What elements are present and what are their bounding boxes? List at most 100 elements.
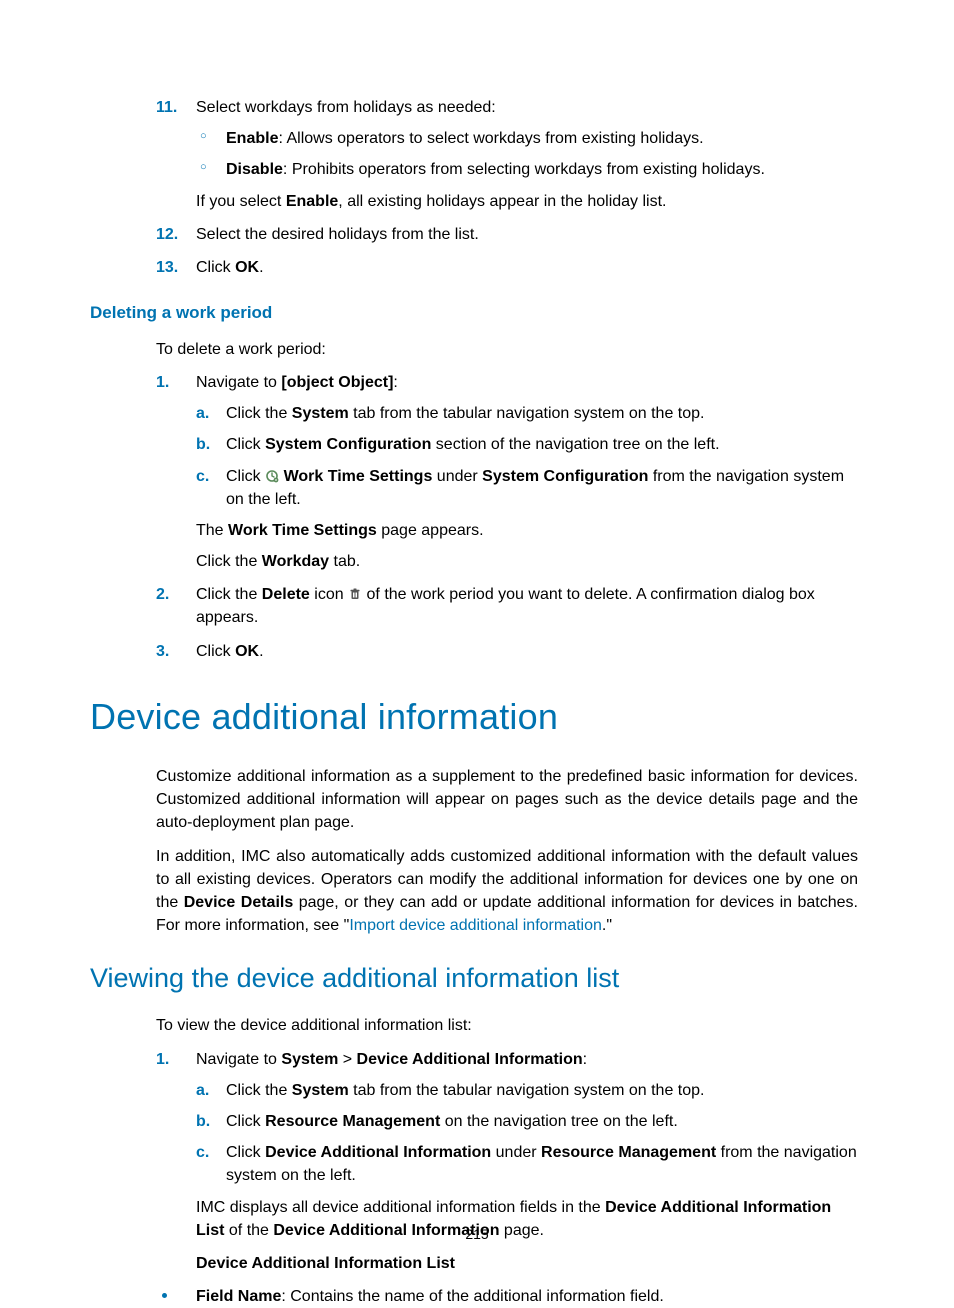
text-bold: Device Additional Information	[357, 1051, 583, 1068]
list-marker: b.	[196, 433, 210, 456]
text: Click	[226, 436, 265, 453]
list-marker: 3.	[156, 640, 188, 663]
label-text: : Prohibits operators from selecting wor…	[283, 161, 765, 178]
text: Click the	[226, 1082, 292, 1099]
document-page: 11. Select workdays from holidays as nee…	[0, 0, 954, 1296]
text-bold: System Configuration	[265, 436, 431, 453]
paragraph: In addition, IMC also automatically adds…	[156, 845, 858, 938]
field-name-item: Field Name: Contains the name of the add…	[156, 1285, 858, 1308]
substep-c: c. Click Device Additional Information u…	[196, 1141, 858, 1187]
heading-viewing-list: Viewing the device additional informatio…	[90, 959, 858, 998]
substep-a: a. Click the System tab from the tabular…	[196, 1079, 858, 1102]
option-disable: Disable: Prohibits operators from select…	[196, 158, 858, 181]
text: section of the navigation tree on the le…	[431, 436, 719, 453]
text: Click the	[196, 553, 262, 570]
step-1: 1. Navigate to [object Object]: a. Click…	[156, 371, 858, 573]
paragraph: Customize additional information as a su…	[156, 765, 858, 835]
substep-b: b. Click Resource Management on the navi…	[196, 1110, 858, 1133]
text: , all existing holidays appear in the ho…	[338, 193, 666, 210]
label-text: : Allows operators to select workdays fr…	[278, 130, 703, 147]
list-heading: Device Additional Information List	[196, 1252, 858, 1275]
intro-text: To view the device additional informatio…	[156, 1014, 858, 1037]
text-bold: System	[292, 405, 349, 422]
substep-a: a. Click the System tab from the tabular…	[196, 402, 858, 425]
text-bold: Work Time Settings	[284, 468, 433, 485]
text-bold: Device Details	[184, 894, 294, 911]
step-text: Select workdays from holidays as needed:	[196, 99, 496, 116]
numbered-list-deleting: 1. Navigate to [object Object]: a. Click…	[90, 371, 858, 663]
text: IMC displays all device additional infor…	[196, 1199, 605, 1216]
text-bold: OK	[235, 259, 259, 276]
label-bold: Enable	[226, 130, 278, 147]
list-marker: b.	[196, 1110, 210, 1133]
text: >	[338, 1051, 356, 1068]
text: :	[583, 1051, 587, 1068]
alpha-list: a. Click the System tab from the tabular…	[196, 402, 858, 511]
text: Click the	[226, 405, 292, 422]
text: If you select	[196, 193, 286, 210]
text: Click	[226, 1113, 265, 1130]
page-number: 215	[0, 1224, 954, 1244]
text-bold: Workday	[262, 553, 329, 570]
text: Navigate to	[196, 1051, 281, 1068]
step-text: Select the desired holidays from the lis…	[196, 226, 479, 243]
text: Click	[226, 1144, 265, 1161]
step-note: If you select Enable, all existing holid…	[196, 190, 858, 213]
text: under	[491, 1144, 541, 1161]
alpha-list: a. Click the System tab from the tabular…	[196, 1079, 858, 1188]
list-marker: a.	[196, 1079, 209, 1102]
text: The	[196, 522, 228, 539]
numbered-list-viewing: 1. Navigate to System > Device Additiona…	[90, 1048, 858, 1242]
text: .	[259, 259, 263, 276]
numbered-list-top: 11. Select workdays from holidays as nee…	[90, 96, 858, 279]
text: on the navigation tree on the left.	[440, 1113, 678, 1130]
text-bold: Resource Management	[541, 1144, 716, 1161]
text: Click	[196, 643, 235, 660]
list-marker: 12.	[156, 223, 188, 246]
link-import-device-additional-information[interactable]: Import device additional information	[349, 917, 602, 934]
text-bold: System Configuration	[482, 468, 648, 485]
list-marker: c.	[196, 1141, 209, 1164]
text-bold: Delete	[262, 586, 310, 603]
text: Click	[226, 468, 265, 485]
step-followup: Click the Workday tab.	[196, 550, 858, 573]
text: Click	[196, 259, 235, 276]
bulleted-list: Field Name: Contains the name of the add…	[156, 1285, 858, 1308]
step-1: 1. Navigate to System > Device Additiona…	[156, 1048, 858, 1242]
substep-b: b. Click System Configuration section of…	[196, 433, 858, 456]
list-marker: c.	[196, 465, 209, 488]
text: Navigate to	[196, 374, 281, 391]
list-marker: 13.	[156, 256, 188, 279]
text-bold: System	[281, 1051, 338, 1068]
text: icon	[310, 586, 348, 603]
work-time-icon	[265, 467, 279, 481]
text: ."	[602, 917, 612, 934]
list-marker: a.	[196, 402, 209, 425]
text-bold: Resource Management	[265, 1113, 440, 1130]
text-bold: System	[292, 1082, 349, 1099]
text-bold: OK	[235, 643, 259, 660]
text-bold: [object Object]	[281, 374, 393, 391]
option-enable: Enable: Allows operators to select workd…	[196, 127, 858, 150]
option-list: Enable: Allows operators to select workd…	[196, 127, 858, 181]
step-3: 3. Click OK.	[156, 640, 858, 663]
label-bold: Disable	[226, 161, 283, 178]
delete-icon	[348, 585, 362, 599]
step-12: 12. Select the desired holidays from the…	[156, 223, 858, 246]
text-bold: Field Name	[196, 1288, 281, 1305]
text: under	[432, 468, 482, 485]
intro-text: To delete a work period:	[156, 338, 858, 361]
heading-deleting-work-period: Deleting a work period	[90, 301, 858, 326]
text: tab from the tabular navigation system o…	[349, 1082, 705, 1099]
text: .	[259, 643, 263, 660]
heading-device-additional-information: Device additional information	[90, 691, 858, 743]
list-marker: 1.	[156, 371, 188, 394]
step-13: 13. Click OK.	[156, 256, 858, 279]
substep-c: c. Click Work Time Settings under System…	[196, 465, 858, 511]
text: tab.	[329, 553, 360, 570]
text-bold: Work Time Settings	[228, 522, 377, 539]
step-2: 2. Click the Delete icon of the work per…	[156, 583, 858, 629]
text: Click the	[196, 586, 262, 603]
list-marker: 2.	[156, 583, 188, 606]
text: :	[393, 374, 397, 391]
